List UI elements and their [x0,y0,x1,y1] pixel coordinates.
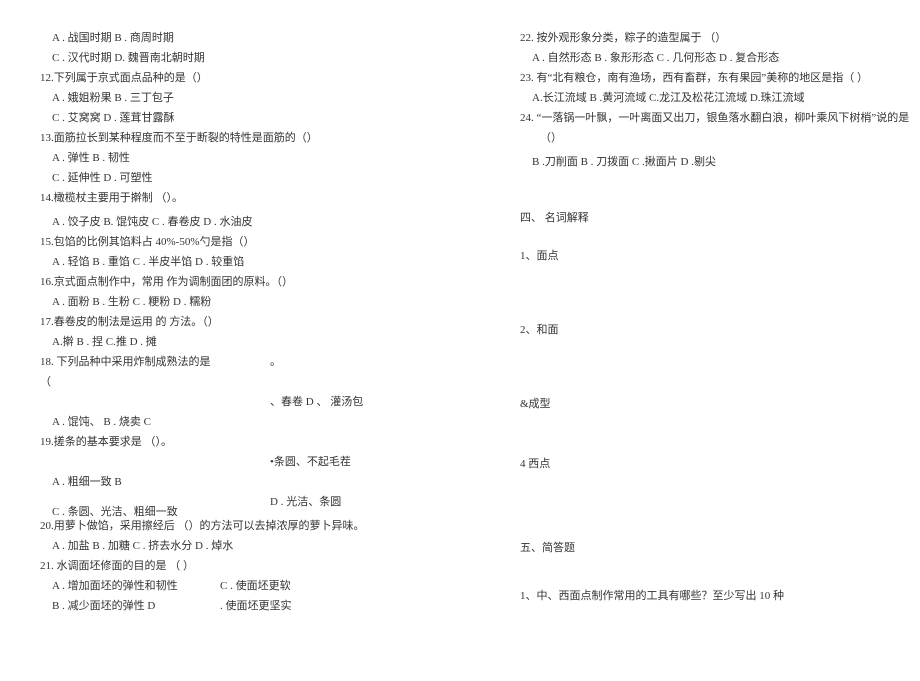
q19-opt-a: A . 粗细一致 B [40,472,440,492]
section4-title: 四、 名词解释 [520,208,890,228]
q13-option-line2: C . 延伸性 D . 可塑性 [40,168,440,188]
q21-stem: 21. 水调面坯修面的目的是 （ ） [40,556,440,576]
q24-options: B .刀削面 B . 刀拨面 C .揪面片 D .剔尖 [520,152,890,172]
q13-stem: 13.面筋拉长到某种程度而不至于断裂的特性是面筋的（） [40,128,440,148]
q24-paren: （） [520,128,890,148]
q21-opt-b: B . 减少面坯的弹性 D [40,596,220,616]
q19-row1: •条圆、不起毛茬 [40,452,440,472]
q17-stem: 17.春卷皮的制法是运用 的 方法。（） [40,312,440,332]
section4-item1: 1、面点 [520,246,890,266]
q14-stem: 14.橄榄杖主要用于擀制 （）。 [40,188,440,208]
q12-option-line1: A . 娥姐粉果 B . 三丁包子 [40,88,440,108]
q20-options: A . 加盐 B . 加糖 C . 挤去水分 D . 焯水 [40,536,440,556]
q21-opt-c: C . 使面坯更软 [220,576,291,596]
q19-dot-right: •条圆、不起毛茬 [240,452,351,472]
q22-options: A . 自然形态 B . 象形形态 C . 几何形态 D . 复合形态 [520,48,890,68]
q21-row2: B . 减少面坯的弹性 D . 使面坯更坚实 [40,596,440,616]
section5-title: 五、简答题 [520,538,890,558]
q11-option-line2: C . 汉代时期 D. 魏晋南北朝时期 [40,48,440,68]
q18-row2: 、春卷 D 、 灌汤包 [40,392,440,412]
q23-options: A.长江流域 B .黄河流域 C.龙江及松花江流域 D.珠江流域 [520,88,890,108]
q20-stem: 20.用萝卜做馅，采用擦经后 （）的方法可以去掉浓厚的萝卜异味。 [40,516,440,536]
q18-row1: 18. 下列品种中采用炸制成熟法的是 。 [40,352,440,372]
q18-stem: 18. 下列品种中采用炸制成熟法的是 [40,352,240,372]
q18-opt-left: A . 馄饨、 B . 烧卖 C [40,412,440,432]
section4-item2: 2、和面 [520,320,890,340]
q14-options: A . 饺子皮 B. 馄饨皮 C . 春卷皮 D . 水油皮 [40,212,440,232]
q15-stem: 15.包馅的比例其馅料占 40%-50%勺是指（） [40,232,440,252]
q21-opt-d: . 使面坯更坚实 [220,596,292,616]
q11-option-line1: A . 战国时期 B . 商周时期 [40,28,440,48]
q12-stem: 12.下列属于京式面点品种的是（） [40,68,440,88]
q18-blank: 。 [240,352,281,372]
q15-options: A . 轻馅 B . 重馅 C . 半皮半馅 D . 较重馅 [40,252,440,272]
q19-stem: 19.搓条的基本要求是 （）。 [40,432,440,452]
section5-item1: 1、中、西面点制作常用的工具有哪些？至少写出 10 种 [520,586,890,606]
section4-item3: &成型 [520,394,890,414]
right-column: 22. 按外观形象分类，粽子的造型属于 （） A . 自然形态 B . 象形形态… [520,28,890,616]
q13-option-line1: A . 弹性 B . 韧性 [40,148,440,168]
section4-item4: 4 西点 [520,454,890,474]
q21-opt-a: A . 增加面坯的弹性和韧性 [40,576,220,596]
q22-stem: 22. 按外观形象分类，粽子的造型属于 （） [520,28,890,48]
q18-paren: （ [40,372,440,392]
q24-stem: 24. “一落锅一叶飘，一叶离面又出刀，银鱼落水翻白浪，柳叶乘风下树梢”说的是 [520,108,890,128]
q21-row1: A . 增加面坯的弹性和韧性 C . 使面坯更软 [40,576,440,596]
q12-option-line2: C . 艾窝窝 D . 莲茸甘露酥 [40,108,440,128]
q18-opt-right: 、春卷 D 、 灌汤包 [240,392,363,412]
q16-options: A . 面粉 B . 生粉 C . 粳粉 D . 糯粉 [40,292,440,312]
q17-options: A.擀 B . 捏 C.推 D . 摊 [40,332,440,352]
q23-stem: 23. 有“北有粮仓，南有渔场，西有畜群，东有果园”美称的地区是指（ ） [520,68,890,88]
left-column: A . 战国时期 B . 商周时期 C . 汉代时期 D. 魏晋南北朝时期 12… [40,28,440,616]
q16-stem: 16.京式面点制作中，常用 作为调制面团的原料。（） [40,272,440,292]
page-container: A . 战国时期 B . 商周时期 C . 汉代时期 D. 魏晋南北朝时期 12… [0,0,920,636]
